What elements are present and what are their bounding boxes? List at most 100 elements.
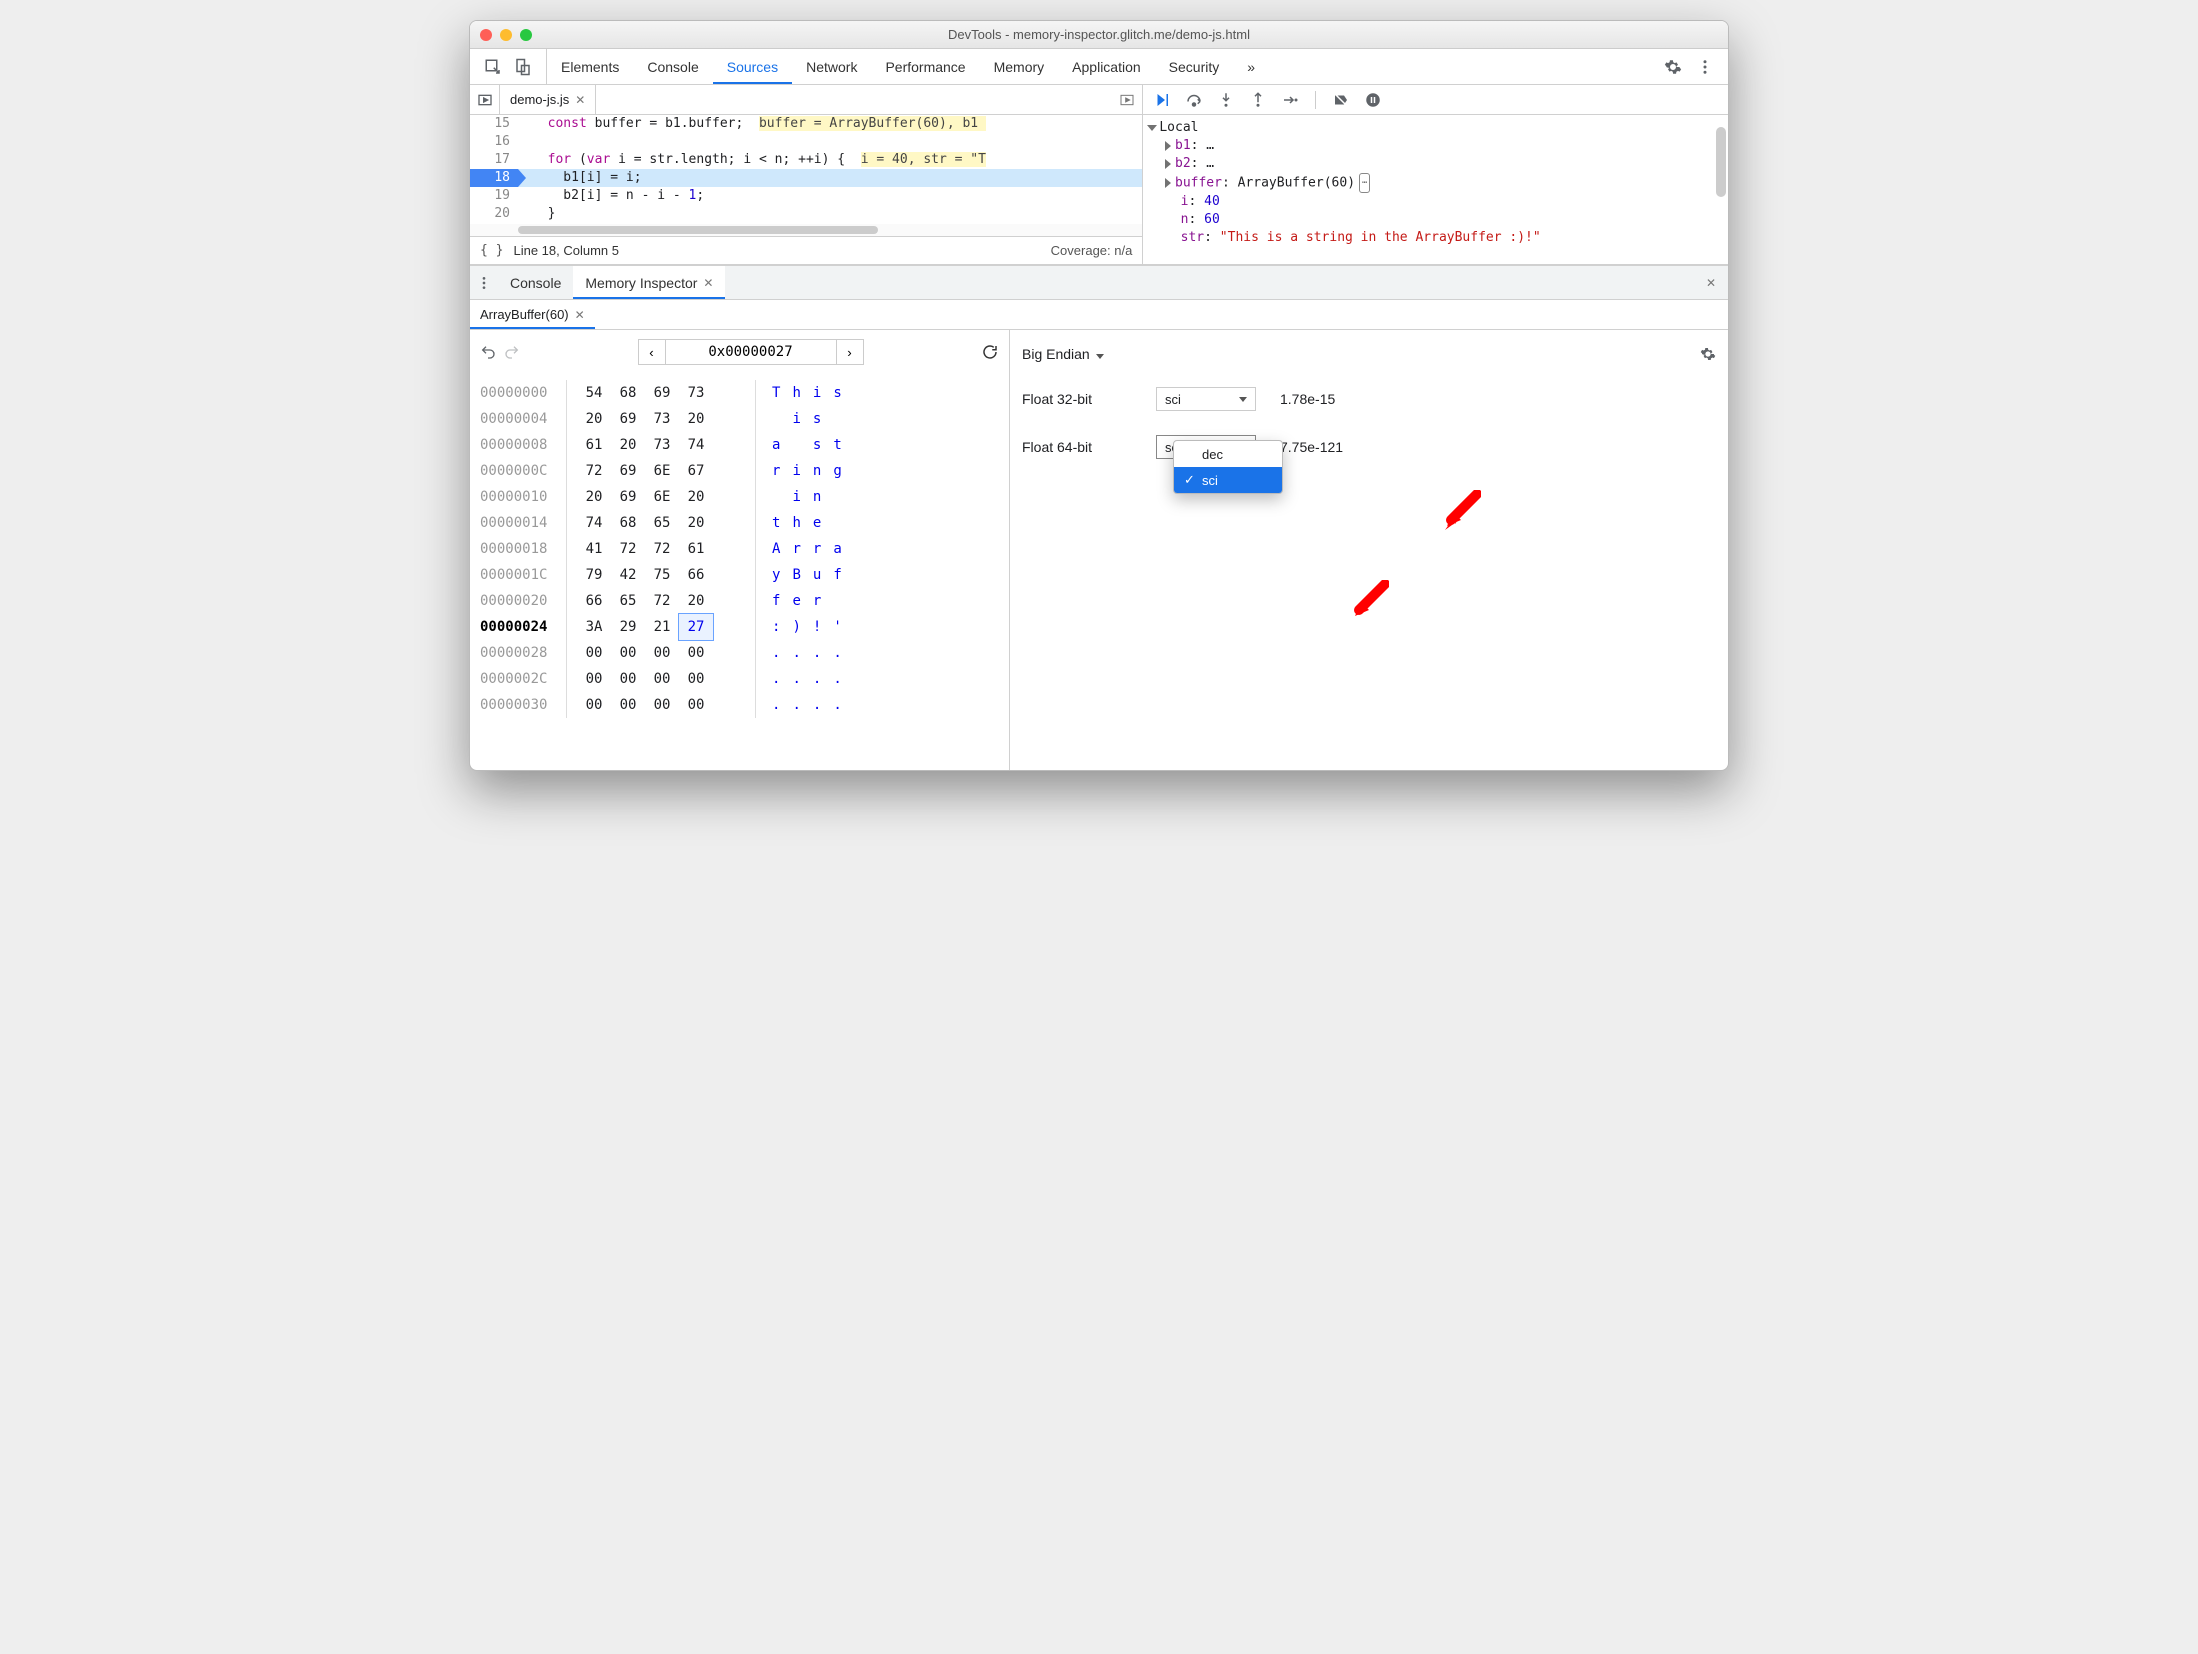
hex-byte[interactable]: 79 [577,562,611,588]
hex-byte[interactable]: 66 [577,588,611,614]
hex-row[interactable]: 0000000C72696E67ring [474,458,1005,484]
inspect-icon[interactable] [484,58,502,76]
step-icon[interactable] [1281,91,1299,109]
mode-option-dec[interactable]: dec [1174,441,1282,467]
hex-byte[interactable]: 00 [611,666,645,692]
tab-network[interactable]: Network [792,49,871,84]
hex-byte[interactable]: 75 [645,562,679,588]
hex-byte[interactable]: 69 [645,380,679,406]
hex-byte[interactable]: 61 [577,432,611,458]
hex-row[interactable]: 0000000861207374a st [474,432,1005,458]
scope-header[interactable]: Local [1149,119,1722,137]
hex-row[interactable]: 0000003000000000.... [474,692,1005,718]
hex-byte[interactable]: 00 [679,692,713,718]
hex-byte[interactable]: 68 [611,510,645,536]
hex-byte[interactable]: 20 [577,406,611,432]
code-editor[interactable]: 15 const buffer = b1.buffer; buffer = Ar… [470,115,1142,224]
hex-byte[interactable]: 20 [679,510,713,536]
hex-byte[interactable]: 20 [577,484,611,510]
pretty-print-icon[interactable]: { } [480,243,503,258]
step-out-icon[interactable] [1249,91,1267,109]
hex-byte[interactable]: 68 [611,380,645,406]
hex-byte[interactable]: 20 [611,432,645,458]
scope-var-i[interactable]: i: 40 [1149,193,1722,211]
hex-byte[interactable]: 73 [679,380,713,406]
hex-row[interactable]: 0000000054686973This [474,380,1005,406]
hex-byte[interactable]: 29 [611,614,645,640]
refresh-icon[interactable] [981,343,999,361]
hex-byte[interactable]: 00 [577,640,611,666]
gear-icon[interactable] [1700,346,1716,362]
hex-byte[interactable]: 00 [577,692,611,718]
drawer-tab-console[interactable]: Console [498,266,573,299]
drawer-close-icon[interactable]: ✕ [1694,266,1728,299]
scope-var-buffer[interactable]: buffer: ArrayBuffer(60)⋯ [1149,173,1722,193]
address-prev-button[interactable]: ‹ [638,339,666,365]
endian-select[interactable]: Big Endian [1022,346,1104,362]
address-next-button[interactable]: › [836,339,864,365]
hex-byte[interactable]: 00 [611,692,645,718]
code-line[interactable]: 17 for (var i = str.length; i < n; ++i) … [470,151,1142,169]
hex-byte[interactable]: 69 [611,458,645,484]
hex-byte[interactable]: 65 [611,588,645,614]
tab-console[interactable]: Console [633,49,712,84]
scope-variables[interactable]: Local b1: … b2: … buffer: ArrayBuffer(60… [1143,115,1728,264]
hex-row[interactable]: 000000243A292127:)!' [474,614,1005,640]
code-line[interactable]: 15 const buffer = b1.buffer; buffer = Ar… [470,115,1142,133]
hex-byte[interactable]: 72 [611,536,645,562]
hex-row[interactable]: 0000002800000000.... [474,640,1005,666]
code-line[interactable]: 19 b2[i] = n - i - 1; [470,187,1142,205]
hex-row[interactable]: 0000002C00000000.... [474,666,1005,692]
tabs-overflow[interactable]: » [1233,49,1269,84]
hex-byte[interactable]: 69 [611,484,645,510]
hex-byte[interactable]: 00 [577,666,611,692]
device-icon[interactable] [514,58,532,76]
hex-byte[interactable]: 20 [679,588,713,614]
tab-sources[interactable]: Sources [713,49,792,84]
hex-row[interactable]: 0000001474686520the [474,510,1005,536]
drawer-menu-icon[interactable] [470,266,498,299]
hex-byte[interactable]: 61 [679,536,713,562]
step-into-icon[interactable] [1217,91,1235,109]
resume-icon[interactable] [1153,91,1171,109]
mode-option-sci[interactable]: ✓sci [1174,467,1282,493]
code-line[interactable]: 16 [470,133,1142,151]
hex-byte[interactable]: 00 [645,640,679,666]
hex-byte[interactable]: 69 [611,406,645,432]
hex-byte[interactable]: 72 [645,588,679,614]
hex-byte[interactable]: 27 [679,614,713,640]
hex-byte[interactable]: 00 [645,692,679,718]
drawer-tab-memory-inspector[interactable]: Memory Inspector ✕ [573,266,725,299]
hex-byte[interactable]: 00 [645,666,679,692]
tab-performance[interactable]: Performance [871,49,979,84]
step-over-icon[interactable] [1185,91,1203,109]
deactivate-breakpoints-icon[interactable] [1332,91,1350,109]
hex-byte[interactable]: 20 [679,484,713,510]
hex-byte[interactable]: 6E [645,458,679,484]
hex-byte[interactable]: 67 [679,458,713,484]
hex-byte[interactable]: 00 [679,666,713,692]
hex-byte[interactable]: 73 [645,432,679,458]
pause-exceptions-icon[interactable] [1364,91,1382,109]
hex-byte[interactable]: 42 [611,562,645,588]
close-icon[interactable]: ✕ [703,276,713,290]
zoom-window-icon[interactable] [520,29,532,41]
scope-var-b2[interactable]: b2: … [1149,155,1722,173]
scope-var-n[interactable]: n: 60 [1149,211,1722,229]
hex-byte[interactable]: 65 [645,510,679,536]
hex-byte[interactable]: 41 [577,536,611,562]
hex-row[interactable]: 0000002066657220fer [474,588,1005,614]
close-icon[interactable]: ✕ [575,93,585,107]
tab-elements[interactable]: Elements [547,49,633,84]
scope-var-b1[interactable]: b1: … [1149,137,1722,155]
code-line[interactable]: 20 } [470,205,1142,223]
hex-byte[interactable]: 66 [679,562,713,588]
scope-var-str[interactable]: str: "This is a string in the ArrayBuffe… [1149,229,1722,247]
minimize-window-icon[interactable] [500,29,512,41]
hex-byte[interactable]: 3A [577,614,611,640]
code-line[interactable]: 18 b1[i] = i; [470,169,1142,187]
tab-application[interactable]: Application [1058,49,1155,84]
hex-row[interactable]: 0000001020696E20 in [474,484,1005,510]
mode-select-float32[interactable]: sci [1156,387,1256,411]
hex-byte[interactable]: 74 [577,510,611,536]
